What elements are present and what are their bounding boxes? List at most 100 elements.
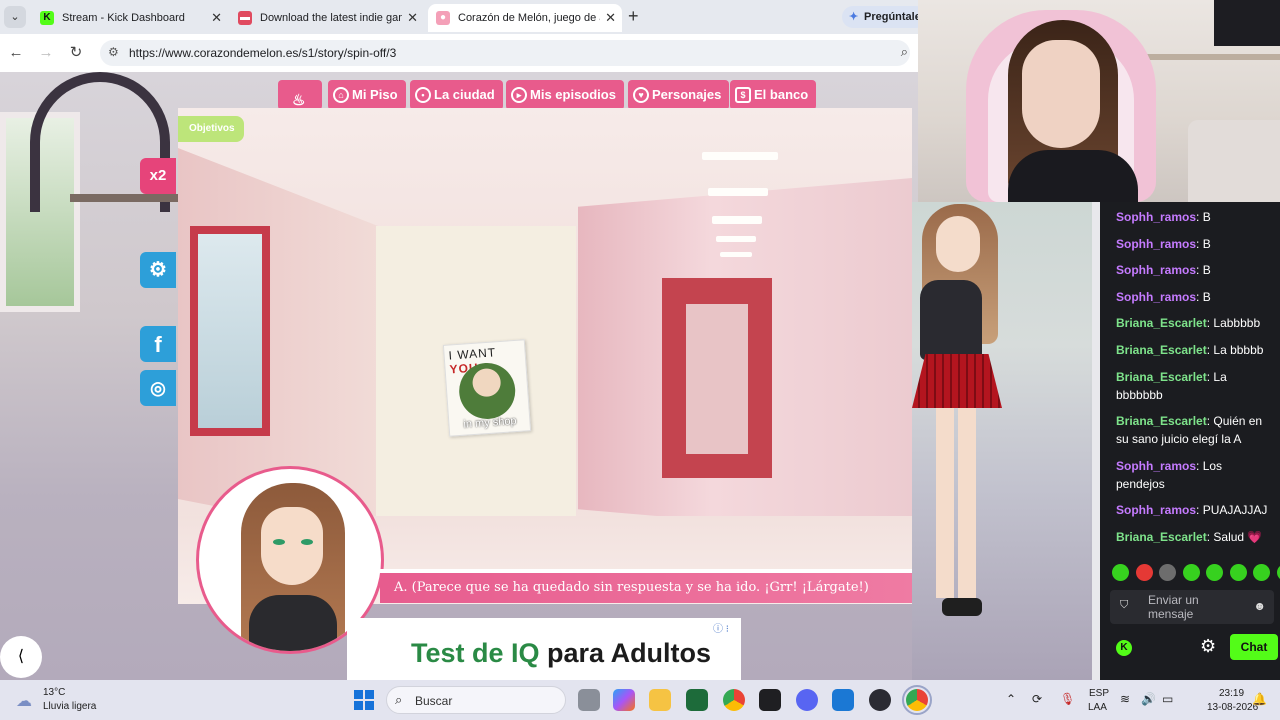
chat-username[interactable]: Sophh_ramos (1116, 263, 1196, 277)
collapse-arrow-icon[interactable]: ⟨ (0, 636, 42, 678)
wall-poster[interactable]: I WANT YOU in my shop (442, 339, 532, 437)
chat-username[interactable]: Sophh_ramos (1116, 503, 1196, 517)
close-tab-icon[interactable]: ✕ (605, 4, 616, 32)
emote-icon[interactable] (1112, 564, 1129, 581)
emote-icon[interactable] (1253, 564, 1270, 581)
ad-info-icon[interactable]: ⓘ ⁝ (713, 620, 729, 635)
address-bar[interactable]: ⚙ https://www.corazondemelon.es/s1/story… (100, 40, 910, 66)
chat-send-button[interactable]: Chat (1230, 634, 1278, 660)
chat-text: La bbbbb (1213, 342, 1264, 357)
ad-banner[interactable]: ⓘ ⁝ Test de IQ para Adultos (347, 618, 741, 680)
facebook-icon[interactable]: f (140, 326, 176, 362)
close-tab-icon[interactable]: ✕ (407, 4, 418, 32)
tray-mic-icon[interactable]: 🎙 (1060, 692, 1075, 706)
webcam-shelf (1136, 54, 1280, 60)
chat-username[interactable]: Sophh_ramos (1116, 290, 1196, 304)
close-tab-icon[interactable]: ✕ (211, 4, 222, 32)
chat-username[interactable]: Briana_Escarlet (1116, 530, 1207, 544)
forward-icon[interactable]: → (36, 43, 56, 63)
chat-separator: : (1196, 263, 1203, 278)
instagram-icon[interactable]: ◎ (140, 370, 176, 406)
discord-icon[interactable] (796, 689, 818, 711)
notification-bell-icon[interactable]: 🔔 (1252, 692, 1267, 706)
site-settings-icon[interactable]: ⚙ (108, 45, 119, 59)
tab-indie-games[interactable]: ▬ Download the latest indie games ✕ (230, 4, 424, 32)
weather-temp[interactable]: 13°C (43, 687, 65, 698)
settings-gear-icon[interactable]: ⚙ (140, 252, 176, 288)
chat-username[interactable]: Sophh_ramos (1116, 459, 1196, 473)
emote-icon[interactable] (1182, 564, 1200, 581)
dialog-box[interactable]: A. (Parece que se ha quedado sin respues… (380, 569, 912, 603)
emote-icon[interactable] (1276, 564, 1280, 581)
chat-username[interactable]: Briana_Escarlet (1116, 370, 1207, 384)
chat-input[interactable]: ⛉ Enviar un mensaje ☻ (1110, 590, 1274, 624)
back-icon[interactable]: ← (6, 43, 26, 63)
nav-mis-episodios[interactable]: ▸ Mis episodios (506, 80, 624, 110)
chat-scrollbar[interactable] (1092, 202, 1100, 680)
kick-logo-icon[interactable]: K (1116, 640, 1132, 656)
keyboard-layout[interactable]: LAA (1088, 702, 1107, 713)
chat-message: Sophh_ramos: B (1116, 208, 1274, 226)
browser-tab-bar: ⌄ K Stream - Kick Dashboard ✕ ▬ Download… (0, 0, 927, 34)
chat-settings-icon[interactable]: ⚙ (1200, 636, 1216, 657)
portrait-eye (301, 539, 313, 545)
emoji-icon[interactable]: ☻ (1253, 599, 1266, 613)
bank-icon: $ (735, 87, 751, 103)
taskbar-search[interactable]: ⌕ Buscar (386, 686, 566, 714)
chrome-icon[interactable] (723, 689, 745, 711)
weather-desc[interactable]: Lluvia ligera (43, 701, 96, 712)
chat-separator: : (1196, 236, 1203, 251)
melon-icon: ● (436, 11, 450, 25)
clock-time[interactable]: 23:19 (1219, 688, 1244, 699)
emote-icon[interactable] (1159, 564, 1176, 581)
ceiling-light (720, 252, 752, 257)
nav-mi-piso[interactable]: ⌂ Mi Piso (328, 80, 406, 110)
obs-icon[interactable] (869, 689, 891, 711)
volume-icon[interactable]: 🔊 (1141, 692, 1156, 706)
emote-icon[interactable] (1206, 564, 1223, 581)
search-placeholder: Buscar (415, 694, 453, 708)
store-icon[interactable] (832, 689, 854, 711)
excel-icon[interactable] (686, 689, 708, 711)
tray-chevron-icon[interactable]: ⌃ (1006, 692, 1016, 706)
weather-cloud-icon[interactable]: ☁ (16, 691, 32, 711)
chat-username[interactable]: Briana_Escarlet (1116, 343, 1207, 357)
tray-sync-icon[interactable]: ⟳ (1032, 692, 1042, 706)
zoom-icon[interactable]: ⌕ (901, 44, 908, 60)
home-button[interactable]: ♨ (278, 80, 322, 110)
chat-username[interactable]: Sophh_ramos (1116, 237, 1196, 251)
file-explorer-icon[interactable] (649, 689, 671, 711)
nav-la-ciudad[interactable]: • La ciudad (410, 80, 503, 110)
ask-gemini-button[interactable]: ✦ Pregúntale (842, 6, 927, 28)
chat-username[interactable]: Briana_Escarlet (1116, 414, 1207, 428)
task-view-icon[interactable] (578, 689, 600, 711)
tab-kick-dashboard[interactable]: K Stream - Kick Dashboard ✕ (32, 4, 228, 32)
reload-icon[interactable]: ↻ (66, 43, 86, 63)
chat-username[interactable]: Sophh_ramos (1116, 210, 1196, 224)
portrait-eye (273, 539, 285, 545)
nav-el-banco[interactable]: $ El banco (730, 80, 817, 110)
wifi-icon[interactable]: ≋ (1120, 692, 1130, 706)
play-icon: ▸ (511, 87, 527, 103)
start-windows-icon[interactable] (354, 690, 374, 710)
objetivos-tab[interactable]: Objetivos (178, 116, 244, 142)
url-text[interactable]: https://www.corazondemelon.es/s1/story/s… (129, 46, 396, 60)
tab-search-button[interactable]: ⌄ (4, 6, 26, 28)
tab-title: Download the latest indie games (260, 12, 402, 24)
capcut-icon[interactable] (759, 689, 781, 711)
multiplier-badge[interactable]: x2 (140, 158, 176, 194)
emote-icon[interactable] (1229, 564, 1247, 581)
chrome-active-icon[interactable] (902, 685, 932, 715)
nav-label: El banco (754, 87, 809, 102)
emote-icon[interactable] (1135, 564, 1153, 581)
chat-separator: : (1196, 289, 1203, 304)
chat-text: B (1202, 210, 1211, 224)
clock-date[interactable]: 13-08-2026 (1207, 702, 1258, 713)
tab-corazon-de-melon[interactable]: ● Corazón de Melón, juego de amor ✕ (428, 4, 622, 32)
battery-icon[interactable]: ▭ (1162, 692, 1173, 706)
new-tab-icon[interactable]: + (628, 6, 639, 27)
nav-personajes[interactable]: ♥ Personajes (628, 80, 730, 110)
language-code[interactable]: ESP (1089, 688, 1109, 699)
copilot-icon[interactable] (613, 689, 635, 711)
chat-username[interactable]: Briana_Escarlet (1116, 316, 1207, 330)
